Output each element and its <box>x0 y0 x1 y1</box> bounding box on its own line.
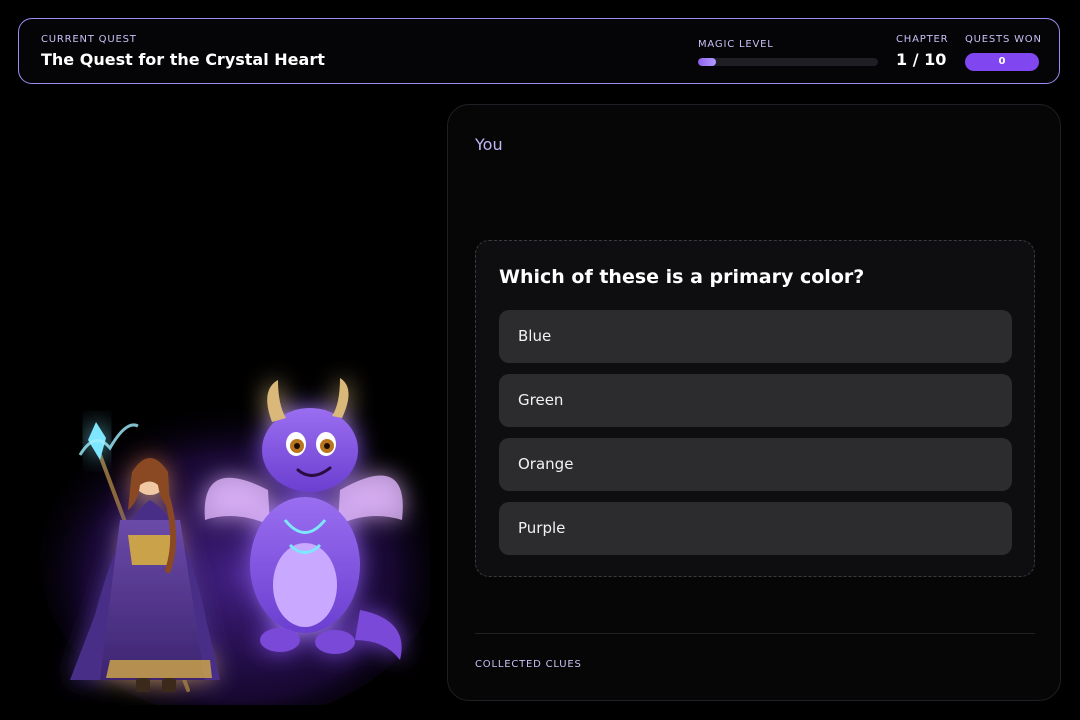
answer-option-label: Green <box>518 391 564 409</box>
quest-title: The Quest for the Crystal Heart <box>41 50 325 69</box>
answer-option-label: Purple <box>518 519 566 537</box>
panel-divider <box>475 633 1035 634</box>
answer-option-green[interactable]: Green <box>499 374 1012 427</box>
answer-option-orange[interactable]: Orange <box>499 438 1012 491</box>
quests-won-badge: 0 <box>965 53 1039 71</box>
current-quest-label: CURRENT QUEST <box>41 34 137 45</box>
magic-level-fill <box>698 58 716 66</box>
question-card: Which of these is a primary color? Blue … <box>475 240 1035 577</box>
characters-illustration <box>40 378 430 705</box>
answer-option-label: Blue <box>518 327 552 345</box>
quest-header: CURRENT QUEST The Quest for the Crystal … <box>18 18 1060 84</box>
chapter-label: CHAPTER <box>896 34 949 45</box>
answer-option-label: Orange <box>518 455 574 473</box>
answer-option-blue[interactable]: Blue <box>499 310 1012 363</box>
chapter-value: 1 / 10 <box>896 50 947 69</box>
quests-won-label: QUESTS WON <box>965 34 1042 45</box>
question-text: Which of these is a primary color? <box>499 266 865 288</box>
speaker-label: You <box>475 135 503 154</box>
collected-clues-label: COLLECTED CLUES <box>475 659 582 670</box>
quest-panel: You Which of these is a primary color? B… <box>447 104 1061 701</box>
magic-level-label: MAGIC LEVEL <box>698 39 774 50</box>
magic-level-bar <box>698 58 878 66</box>
answer-option-purple[interactable]: Purple <box>499 502 1012 555</box>
